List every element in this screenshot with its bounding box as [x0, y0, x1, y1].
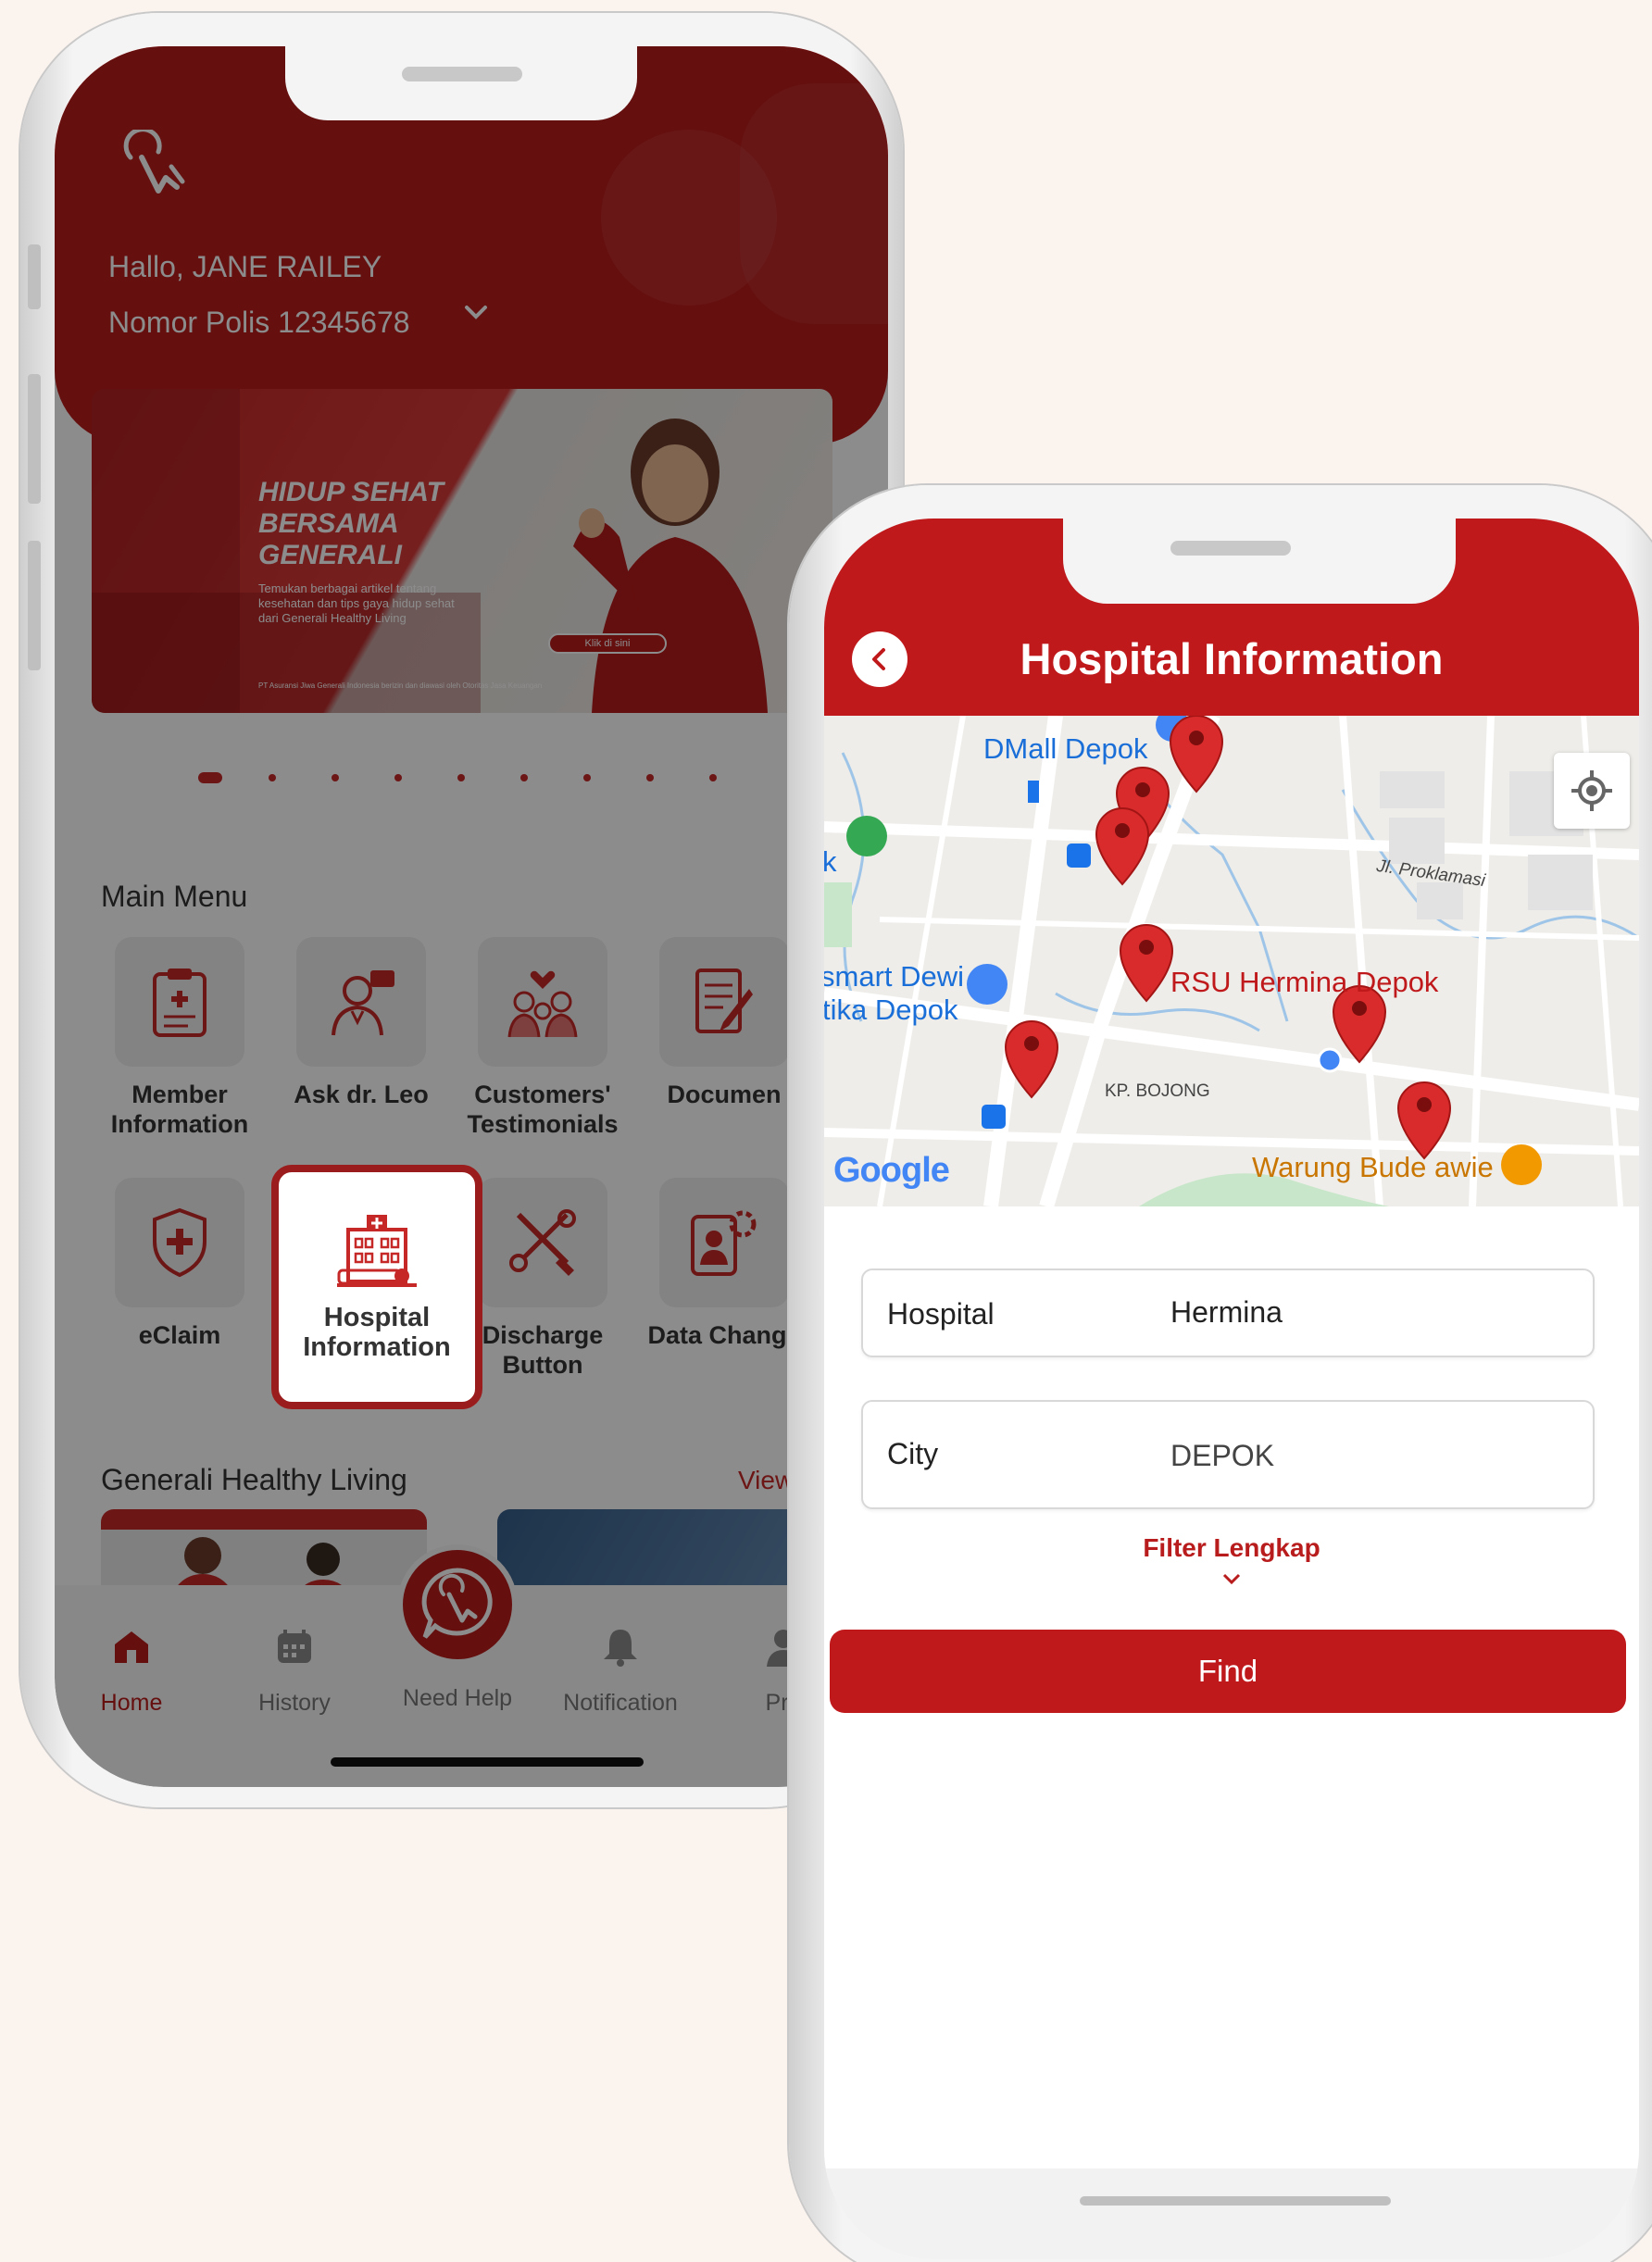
nav-label: Home	[100, 1690, 163, 1716]
hospital-information-screen: Hospital Information DMall Depok k smart…	[824, 519, 1639, 2259]
city-label: City	[887, 1437, 939, 1470]
carousel-dot[interactable]	[709, 774, 717, 781]
volume-down-button	[28, 541, 41, 670]
hospital-input[interactable]: Hermina	[1170, 1295, 1283, 1330]
menu-ask-dr-leo[interactable]: Ask dr. Leo	[273, 937, 449, 1109]
nav-home[interactable]: Home	[62, 1624, 201, 1717]
map-pin	[1004, 716, 1452, 1160]
nav-notification[interactable]: Notification	[551, 1624, 690, 1717]
my-location-button[interactable]	[1554, 753, 1630, 829]
nav-label: History	[258, 1690, 331, 1716]
home-icon	[115, 1631, 148, 1663]
hospital-map[interactable]: DMall Depok k smart Dewi tika Depok RSU …	[824, 716, 1639, 1206]
home-indicator	[1080, 2196, 1391, 2206]
doctor-icon	[296, 937, 426, 1067]
clipboard-medical-icon	[115, 937, 244, 1067]
policy-number: Nomor Polis 12345678	[108, 306, 410, 339]
carousel-dot[interactable]	[269, 774, 276, 781]
banner-legal-text: PT Asuransi Jiwa Generali Indonesia beri…	[258, 681, 543, 690]
speaker-grille	[1170, 541, 1291, 556]
profile-settings-icon	[659, 1178, 789, 1307]
map-label-park: k	[824, 845, 837, 878]
map-label-rsu-hermina: RSU Hermina Depok	[1170, 966, 1439, 998]
banner-subtitle: Temukan berbagai artikel tentang kesehat…	[258, 581, 455, 625]
main-menu-title: Main Menu	[101, 880, 248, 913]
app-logo-icon	[123, 130, 185, 194]
carousel-dot[interactable]	[394, 774, 402, 781]
phone-frame-home: Hallo, JANE RAILEY Nomor Polis 12345678 …	[20, 13, 903, 1807]
find-button[interactable]: Find	[830, 1630, 1626, 1713]
carousel-dot[interactable]	[646, 774, 654, 781]
phone-notch	[1063, 519, 1456, 604]
greeting-text: Hallo, JANE RAILEY	[108, 250, 382, 283]
volume-up-button	[28, 374, 41, 504]
chevron-down-icon	[1222, 1573, 1241, 1585]
menu-label: Documen	[667, 1081, 782, 1108]
banner-cta-button[interactable]: Klik di sini	[548, 633, 667, 654]
speaker-grille	[402, 67, 522, 81]
nav-history[interactable]: History	[225, 1624, 364, 1717]
menu-label: Ask dr. Leo	[294, 1081, 429, 1108]
need-help-button[interactable]	[397, 1544, 518, 1665]
google-attribution: Google	[833, 1151, 950, 1191]
filter-lengkap-toggle[interactable]: Filter Lengkap	[824, 1533, 1639, 1593]
menu-member-information[interactable]: Member Information	[92, 937, 268, 1139]
carousel-dot[interactable]	[583, 774, 591, 781]
hospital-search-field[interactable]: Hospital Hermina	[861, 1268, 1595, 1357]
family-heart-icon	[478, 937, 607, 1067]
chevron-left-icon	[872, 648, 885, 670]
bottom-safe-area	[824, 2168, 1639, 2259]
map-label-warung: Warung Bude awie	[1252, 1151, 1494, 1183]
promo-banner[interactable]: HIDUP SEHAT BERSAMA GENERALI Temukan ber…	[92, 389, 832, 713]
filter-label: Filter Lengkap	[1143, 1533, 1320, 1562]
healthy-living-title: Generali Healthy Living	[101, 1463, 407, 1496]
phone-notch	[285, 46, 637, 120]
view-all-link[interactable]: View	[738, 1466, 794, 1495]
carousel-dot[interactable]	[520, 774, 528, 781]
menu-label: eClaim	[138, 1321, 221, 1349]
woman-photo	[573, 419, 768, 713]
hospital-label: Hospital	[887, 1297, 995, 1331]
menu-eclaim[interactable]: eClaim	[92, 1178, 268, 1350]
nav-label: Notification	[563, 1690, 678, 1716]
map-label-mart: smart Dewi	[824, 960, 965, 993]
carousel-dot[interactable]	[457, 774, 465, 781]
nav-label: Need Help	[402, 1685, 513, 1711]
menu-data-change[interactable]: Data Change	[636, 1178, 812, 1350]
document-edit-icon	[659, 937, 789, 1067]
tools-icon	[478, 1178, 607, 1307]
carousel-dot-active[interactable]	[198, 772, 222, 783]
menu-documents[interactable]: Documen	[636, 937, 812, 1109]
google-logo: Google	[833, 1151, 950, 1190]
phone-frame-hospital: Hospital Information DMall Depok k smart…	[789, 485, 1652, 2262]
city-select[interactable]: DEPOK	[1170, 1439, 1274, 1473]
city-select-field[interactable]: City DEPOK	[861, 1400, 1595, 1509]
banner-title: HIDUP SEHAT BERSAMA GENERALI	[258, 477, 444, 570]
carousel-dots	[198, 770, 754, 783]
home-screen: Hallo, JANE RAILEY Nomor Polis 12345678 …	[55, 46, 888, 1787]
hospital-icon	[337, 1215, 417, 1287]
page-title: Hospital Information	[1020, 634, 1444, 683]
map-label-kp-bojong: KP. BOJONG	[1105, 1081, 1210, 1101]
menu-customers-testimonials[interactable]: Customers' Testimonials	[455, 937, 631, 1139]
map-label-dmall: DMall Depok	[983, 732, 1148, 765]
chat-hand-icon	[421, 1568, 493, 1639]
carousel-dot[interactable]	[332, 774, 339, 781]
mute-switch	[28, 244, 41, 309]
bell-icon	[604, 1630, 637, 1667]
header-decoration	[740, 83, 888, 324]
menu-label: Data Change	[647, 1321, 801, 1349]
calendar-icon	[278, 1630, 311, 1663]
menu-label: Hospital Information	[303, 1303, 451, 1362]
menu-label: Member Information	[110, 1081, 249, 1138]
home-indicator	[331, 1757, 644, 1767]
shield-cross-icon	[115, 1178, 244, 1307]
chevron-down-icon[interactable]	[457, 294, 494, 331]
nav-need-help-label[interactable]: Need Help	[388, 1685, 527, 1712]
crosshair-icon	[1571, 770, 1612, 811]
map-label-mart-2: tika Depok	[824, 994, 958, 1026]
menu-label: Customers' Testimonials	[467, 1081, 619, 1138]
back-button[interactable]	[852, 631, 907, 687]
menu-hospital-information[interactable]: Hospital Information	[271, 1165, 482, 1409]
